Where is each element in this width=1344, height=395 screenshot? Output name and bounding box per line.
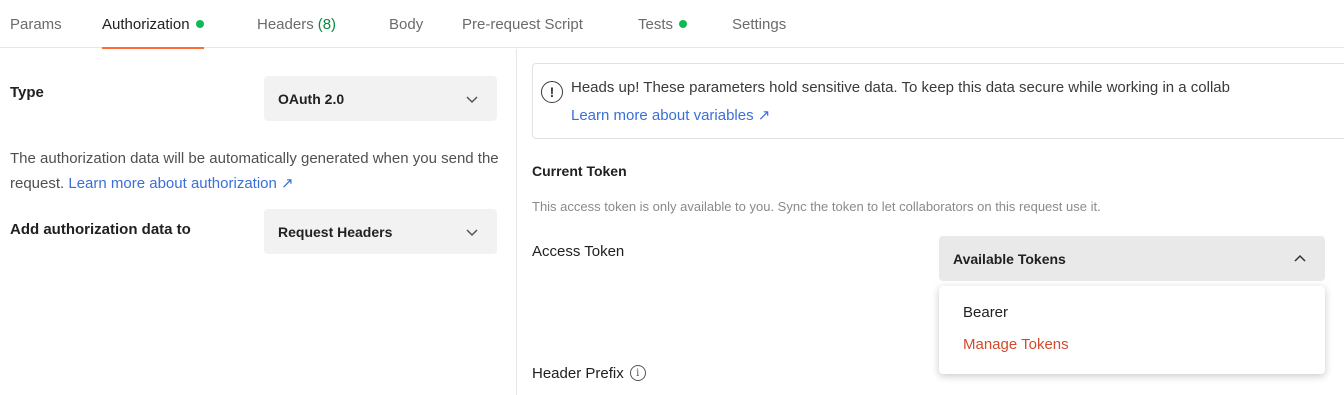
tab-label: Headers [257, 15, 314, 33]
tab-count: (8) [317, 15, 337, 33]
current-token-description: This access token is only available to y… [532, 199, 1101, 214]
available-tokens-select[interactable]: Available Tokens [939, 236, 1325, 281]
available-tokens-value: Available Tokens [953, 250, 1066, 267]
learn-more-variables-link[interactable]: Learn more about variables ↗ [571, 106, 770, 124]
tab-pre-request-script[interactable]: Pre-request Script [462, 0, 583, 48]
header-prefix-label: Header Prefix i [532, 365, 646, 382]
status-dot-icon [195, 20, 204, 28]
tokens-dropdown-menu: Bearer Manage Tokens [939, 286, 1325, 374]
menu-item-bearer[interactable]: Bearer [963, 304, 1008, 321]
auth-type-value: OAuth 2.0 [278, 90, 345, 107]
menu-item-manage-tokens[interactable]: Manage Tokens [963, 336, 1069, 353]
tab-label: Body [389, 15, 424, 33]
auth-description: The authorization data will be automatic… [10, 146, 500, 196]
tab-authorization[interactable]: Authorization [102, 0, 204, 49]
add-auth-to-value: Request Headers [278, 223, 393, 240]
tab-label: Tests [638, 15, 674, 33]
request-tabs: Params Authorization Headers (8) Body Pr… [0, 0, 1344, 49]
header-prefix-text: Header Prefix [532, 365, 624, 382]
tab-tests[interactable]: Tests [638, 0, 688, 48]
current-token-title: Current Token [532, 163, 627, 179]
add-auth-to-select[interactable]: Request Headers [264, 209, 497, 254]
learn-more-authorization-link[interactable]: Learn more about authorization ↗ [68, 175, 293, 192]
access-token-label: Access Token [532, 243, 625, 260]
tab-headers[interactable]: Headers (8) [257, 0, 336, 48]
token-config-pane: ! Heads up! These parameters hold sensit… [518, 49, 1344, 395]
info-icon[interactable]: i [629, 365, 646, 382]
status-dot-icon [679, 20, 688, 28]
type-label: Type [10, 84, 44, 101]
add-auth-to-label: Add authorization data to [10, 221, 191, 238]
tab-settings[interactable]: Settings [732, 0, 786, 48]
tab-label: Pre-request Script [462, 15, 583, 33]
auth-type-select[interactable]: OAuth 2.0 [264, 76, 497, 121]
tab-label: Params [10, 15, 62, 33]
chevron-down-icon [466, 228, 478, 236]
chevron-up-icon [1294, 254, 1306, 262]
sensitive-data-alert: ! Heads up! These parameters hold sensit… [532, 63, 1344, 139]
alert-icon: ! [541, 81, 563, 103]
tab-params[interactable]: Params [10, 0, 62, 48]
chevron-down-icon [466, 95, 478, 103]
auth-config-pane: Type OAuth 2.0 The authorization data wi… [0, 49, 517, 395]
tab-body[interactable]: Body [389, 0, 423, 48]
alert-message: Heads up! These parameters hold sensitiv… [571, 79, 1230, 96]
tab-label: Authorization [102, 15, 190, 33]
tab-label: Settings [732, 15, 787, 33]
